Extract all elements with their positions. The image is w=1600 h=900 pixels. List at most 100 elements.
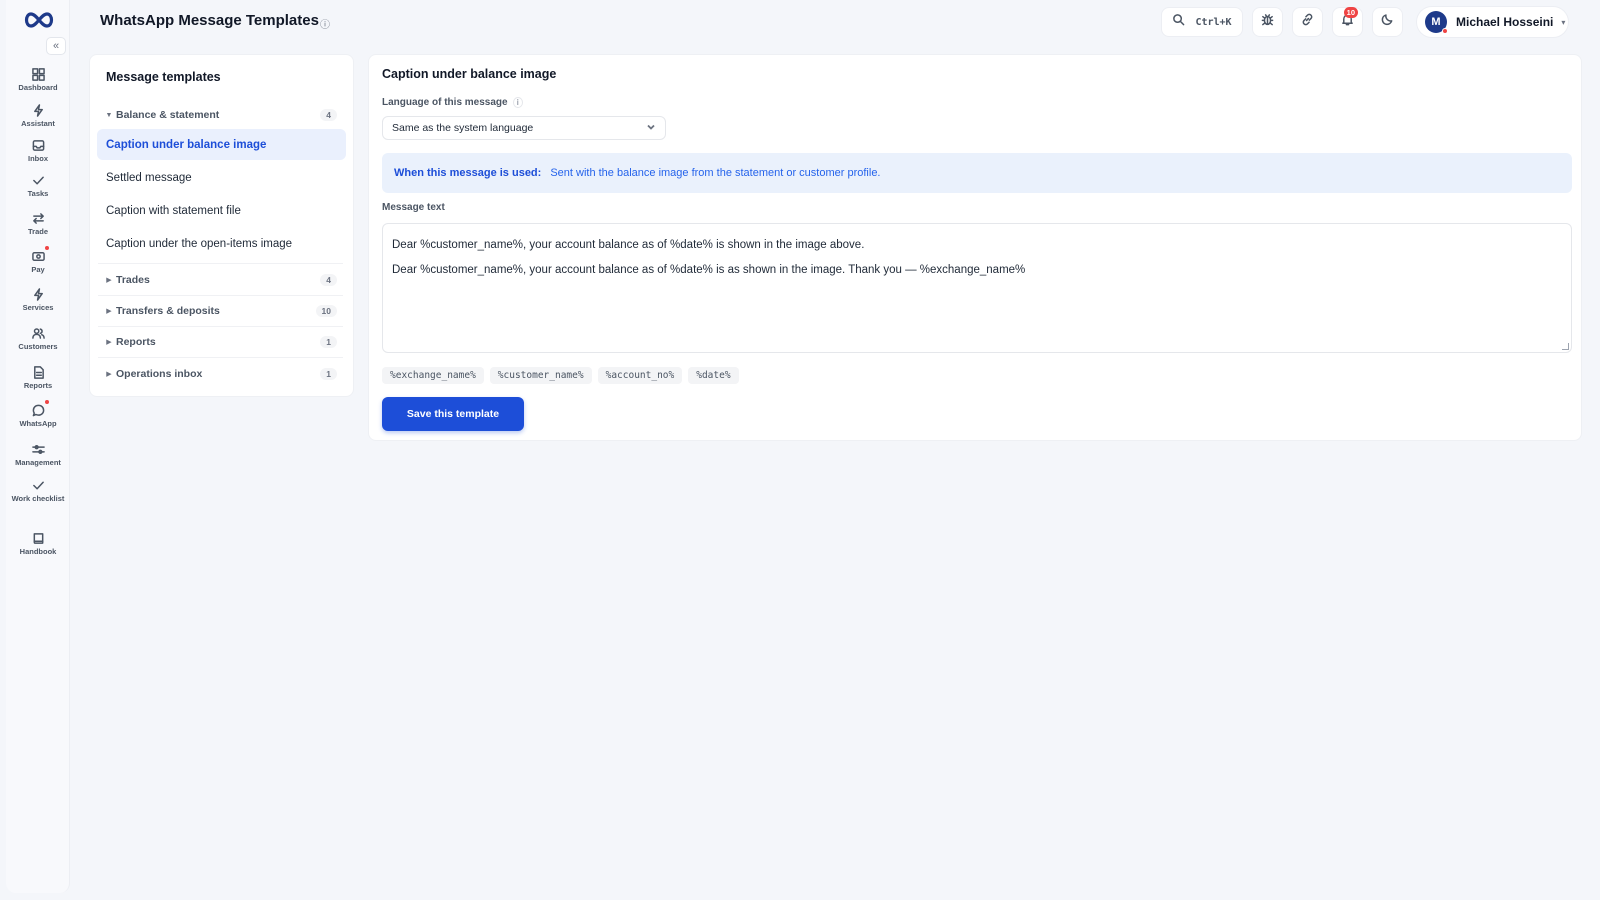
- group-label: Operations inbox: [116, 368, 203, 380]
- chevron-down-icon: [646, 122, 656, 135]
- bolt-icon: [30, 103, 46, 117]
- sidebar-item-label: Work checklist: [11, 494, 65, 503]
- sidebar-item-label: Tasks: [27, 189, 49, 198]
- link-button[interactable]: [1292, 7, 1323, 37]
- group-count: 10: [315, 305, 337, 317]
- sidebar-item-label: Inbox: [28, 154, 48, 163]
- status-dot: [1442, 28, 1448, 34]
- templates-panel: Message templates ▼ Balance & statement …: [89, 54, 354, 397]
- check-icon: [30, 173, 46, 187]
- sidebar-item-reports[interactable]: Reports: [6, 365, 70, 390]
- users-icon: [30, 326, 46, 340]
- sidebar-item-services[interactable]: Services: [6, 287, 70, 312]
- file-icon: [30, 365, 46, 379]
- sidebar-item-label: Management: [15, 458, 61, 467]
- group-transfers-deposits[interactable]: ▶ Transfers & deposits 10: [96, 298, 345, 324]
- group-reports[interactable]: ▶ Reports 1: [96, 329, 345, 355]
- search-button[interactable]: Ctrl+K: [1161, 7, 1243, 37]
- sidebar-item-assistant[interactable]: Assistant: [6, 103, 70, 128]
- swap-icon: [30, 211, 46, 225]
- info-icon[interactable]: ⓘ: [320, 16, 330, 31]
- sidebar-item-pay[interactable]: Pay: [6, 246, 70, 274]
- caret-right-icon: ▶: [106, 277, 112, 284]
- placeholder-chip[interactable]: %account_no%: [597, 367, 683, 384]
- placeholder-chip[interactable]: %date%: [688, 367, 739, 384]
- resize-handle[interactable]: [1562, 343, 1569, 350]
- message-textarea[interactable]: Dear %customer_name%, your account balan…: [382, 223, 1572, 353]
- collapse-sidebar-button[interactable]: «: [46, 37, 66, 55]
- group-count: 4: [320, 109, 337, 121]
- sidebar-item-label: Handbook: [19, 547, 57, 556]
- info-icon[interactable]: i: [512, 97, 523, 108]
- search-shortcut: Ctrl+K: [1195, 16, 1232, 28]
- placeholder-chip[interactable]: %customer_name%: [489, 367, 592, 384]
- message-text-label: Message text: [382, 202, 445, 213]
- language-label: Language of this message i: [382, 97, 523, 108]
- bug-report-button[interactable]: [1252, 7, 1283, 37]
- sidebar-item-label: Pay: [31, 265, 45, 274]
- user-menu[interactable]: M Michael Hosseini ▾: [1416, 6, 1569, 38]
- dashboard-icon: [30, 67, 46, 81]
- group-count: 1: [320, 368, 337, 380]
- sidebar-item-whatsapp[interactable]: WhatsApp: [6, 400, 70, 428]
- sidebar-item-management[interactable]: Management: [6, 442, 70, 467]
- language-value: Same as the system language: [392, 122, 534, 134]
- caret-down-icon: ▼: [105, 111, 113, 119]
- group-balance-statement[interactable]: ▼ Balance & statement 4: [96, 102, 345, 128]
- template-item[interactable]: Settled message: [97, 162, 346, 193]
- group-label: Balance & statement: [116, 109, 220, 121]
- placeholder-chip[interactable]: %exchange_name%: [382, 367, 484, 384]
- group-count: 4: [320, 274, 337, 286]
- group-trades[interactable]: ▶ Trades 4: [96, 267, 345, 293]
- sidebar-item-inbox[interactable]: Inbox: [6, 138, 70, 163]
- sidebar-item-label: Customers: [18, 342, 58, 351]
- caret-right-icon: ▶: [106, 308, 112, 315]
- group-label: Transfers & deposits: [116, 305, 220, 317]
- template-item[interactable]: Caption under balance image: [97, 129, 346, 160]
- logo-icon[interactable]: [22, 8, 56, 32]
- usage-text: Sent with the balance image from the sta…: [550, 167, 881, 179]
- usage-info-box: When this message is used: Sent with the…: [382, 153, 1572, 193]
- caret-right-icon: ▶: [106, 339, 112, 346]
- sidebar-item-label: Dashboard: [18, 83, 58, 92]
- sidebar-item-label: Trade: [27, 227, 48, 236]
- sidebar-item-label: Assistant: [21, 119, 55, 128]
- sidebar-item-customers[interactable]: Customers: [6, 326, 70, 351]
- book-icon: [30, 531, 46, 545]
- inbox-icon: [30, 138, 46, 152]
- avatar: M: [1425, 11, 1448, 34]
- search-icon: [1172, 13, 1185, 31]
- save-template-button[interactable]: Save this template: [382, 397, 524, 431]
- placeholder-chips: %exchange_name% %customer_name% %account…: [382, 367, 739, 384]
- alert-dot: [45, 246, 49, 250]
- message-line: Dear %customer_name%, your account balan…: [392, 239, 865, 251]
- sidebar-item-dashboard[interactable]: Dashboard: [6, 67, 70, 92]
- bolt-icon: [30, 287, 46, 301]
- dark-mode-toggle[interactable]: [1372, 7, 1403, 37]
- notifications-button[interactable]: 10: [1332, 7, 1363, 37]
- notification-badge: 10: [1343, 7, 1358, 18]
- user-name: Michael Hosseini: [1456, 15, 1554, 29]
- sidebar-item-label: WhatsApp: [19, 419, 57, 428]
- bug-icon: [1261, 13, 1274, 31]
- chat-icon: [30, 400, 49, 417]
- sidebar-item-handbook[interactable]: Handbook: [6, 531, 70, 556]
- sidebar-item-work-checklist[interactable]: Work checklist: [6, 478, 70, 503]
- template-item[interactable]: Caption under the open-items image: [97, 228, 346, 259]
- group-operations-inbox[interactable]: ▶ Operations inbox 1: [96, 361, 345, 387]
- sliders-icon: [30, 442, 46, 456]
- template-item[interactable]: Caption with statement file: [97, 195, 346, 226]
- caret-right-icon: ▶: [106, 371, 112, 378]
- message-line: Dear %customer_name%, your account balan…: [392, 264, 1026, 276]
- page-title: WhatsApp Message Templates: [100, 12, 319, 29]
- sidebar-item-tasks[interactable]: Tasks: [6, 173, 70, 198]
- sidebar-item-trade[interactable]: Trade: [6, 211, 70, 236]
- group-label: Trades: [116, 274, 150, 286]
- usage-label: When this message is used:: [394, 167, 542, 179]
- alert-dot: [45, 400, 49, 404]
- chevron-down-icon: ▾: [1561, 17, 1566, 27]
- link-icon: [1301, 13, 1314, 31]
- language-select[interactable]: Same as the system language: [382, 116, 666, 140]
- templates-panel-title: Message templates: [106, 70, 221, 84]
- group-label: Reports: [116, 336, 156, 348]
